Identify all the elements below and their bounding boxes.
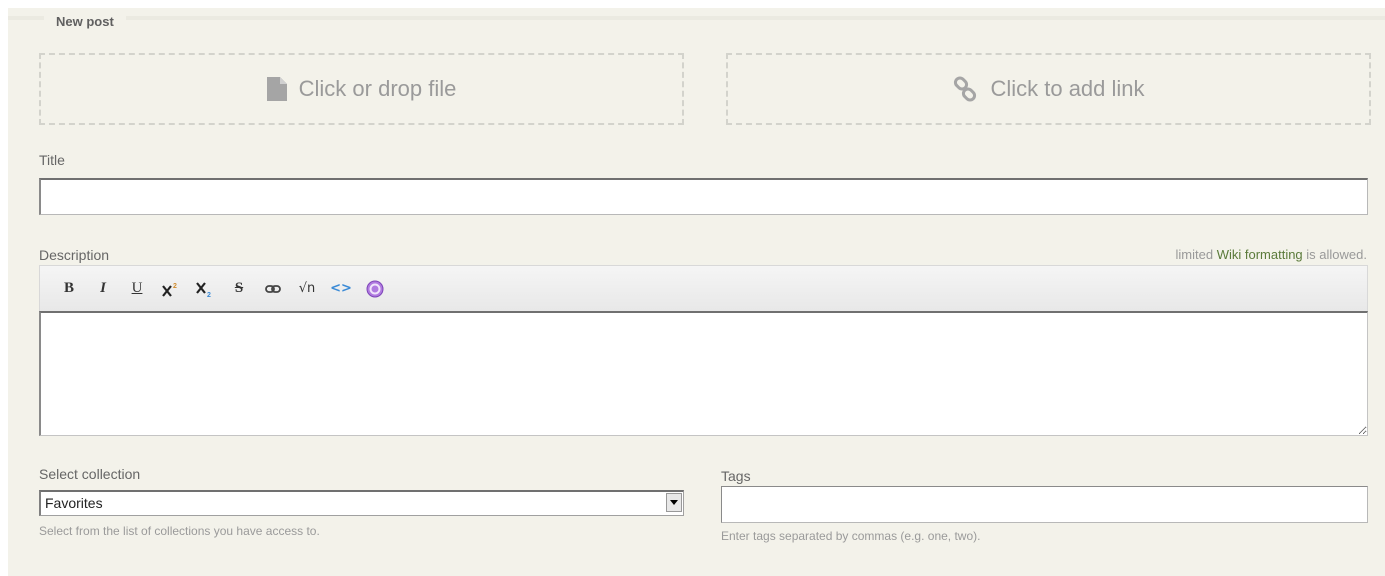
editor-toolbar: B I U 2 2 S √n <>	[39, 265, 1368, 311]
strikethrough-icon: S	[234, 280, 244, 296]
code-button[interactable]: <>	[324, 275, 358, 303]
wiki-note-prefix: limited	[1175, 247, 1214, 262]
subscript-icon: 2	[196, 281, 211, 297]
tags-input[interactable]	[721, 486, 1368, 523]
help-icon	[366, 280, 384, 297]
collection-hint: Select from the list of collections you …	[39, 524, 320, 538]
chain-link-icon	[265, 284, 281, 293]
description-textarea[interactable]	[39, 311, 1368, 436]
file-dropzone-label: Click or drop file	[298, 76, 457, 101]
superscript-icon: 2	[162, 283, 177, 297]
link-icon	[952, 76, 978, 102]
underline-icon: U	[131, 280, 143, 296]
panel-divider	[8, 16, 1385, 20]
link-dropzone-label: Click to add link	[990, 76, 1145, 101]
math-button[interactable]: √n	[290, 275, 324, 303]
file-dropzone[interactable]: Click or drop file	[39, 53, 684, 125]
svg-text:2: 2	[173, 283, 177, 290]
tags-label: Tags	[721, 468, 751, 484]
strikethrough-button[interactable]: S	[222, 275, 256, 303]
file-icon	[266, 77, 287, 101]
insert-link-button[interactable]	[256, 275, 290, 303]
panel-legend: New post	[44, 8, 126, 34]
subscript-button[interactable]: 2	[188, 275, 222, 303]
svg-text:2: 2	[207, 292, 211, 297]
tags-hint: Enter tags separated by commas (e.g. one…	[721, 529, 981, 543]
italic-button[interactable]: I	[86, 275, 120, 303]
title-input[interactable]	[39, 178, 1368, 215]
help-button[interactable]	[358, 275, 392, 303]
collection-select[interactable]: Favorites	[39, 490, 684, 516]
collection-label: Select collection	[39, 466, 141, 482]
underline-button[interactable]: U	[120, 275, 154, 303]
collection-selected-value: Favorites	[45, 495, 103, 511]
bold-button[interactable]: B	[52, 275, 86, 303]
description-label: Description	[39, 247, 110, 263]
square-root-icon: √n	[298, 281, 316, 296]
code-icon: <>	[330, 281, 352, 296]
new-post-panel: New post Click or drop file Click to add…	[8, 8, 1385, 576]
wiki-formatting-link[interactable]: Wiki formatting	[1217, 247, 1303, 262]
wiki-note-suffix: is allowed.	[1306, 247, 1367, 262]
link-dropzone[interactable]: Click to add link	[726, 53, 1371, 125]
italic-icon: I	[100, 280, 106, 296]
wiki-formatting-note: limited Wiki formatting is allowed.	[1176, 247, 1368, 262]
chevron-down-icon[interactable]	[666, 493, 682, 512]
bold-icon: B	[63, 280, 74, 296]
title-label: Title	[39, 152, 65, 168]
superscript-button[interactable]: 2	[154, 275, 188, 303]
